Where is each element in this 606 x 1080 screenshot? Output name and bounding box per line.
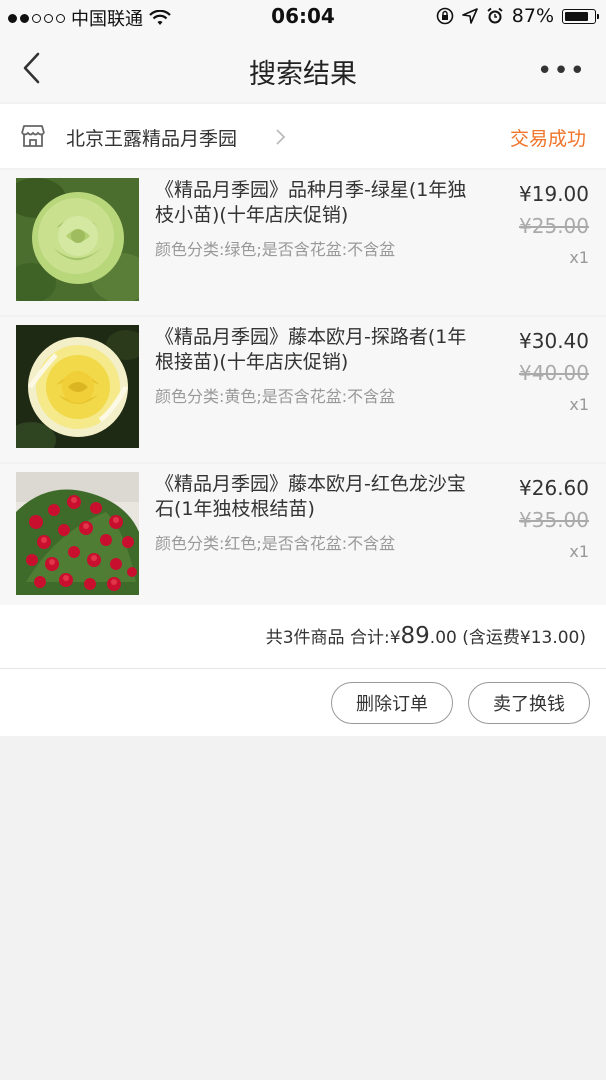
order-item[interactable]: 《精品月季园》藤本欧月-红色龙沙宝石(1年独枝根结苗) 颜色分类:红色;是否含花… — [0, 464, 606, 609]
alarm-icon — [487, 7, 503, 24]
chevron-right-icon — [276, 129, 286, 145]
order-item[interactable]: 《精品月季园》品种月季-绿星(1年独枝小苗)(十年店庆促销) 颜色分类:绿色;是… — [0, 170, 606, 315]
shop-icon — [21, 125, 45, 147]
shop-name[interactable]: 北京王露精品月季园 — [66, 124, 237, 151]
order-item[interactable]: 《精品月季园》藤本欧月-探路者(1年根接苗)(十年店庆促销) 颜色分类:黄色;是… — [0, 317, 606, 462]
battery-percent: 87% — [511, 5, 554, 27]
order-status: 交易成功 — [509, 128, 586, 150]
product-spec: 颜色分类:红色;是否含花盆:不含盆 — [155, 534, 396, 553]
order-actions: 删除订单 卖了换钱 — [0, 669, 606, 736]
product-title[interactable]: 《精品月季园》藤本欧月-探路者(1年根接苗)(十年店庆促销) — [155, 325, 475, 375]
item-count-text: 共3件商品 合计: — [265, 628, 390, 648]
product-original-price: ¥40.00 — [519, 361, 589, 385]
nav-bar: 搜索结果 ••• — [0, 34, 606, 102]
page-title: 搜索结果 — [249, 59, 357, 90]
product-image-yellow-rose[interactable] — [16, 325, 139, 448]
sell-item-button[interactable]: 卖了换钱 — [468, 682, 590, 724]
status-bar: 中国联通 06:04 87% — [0, 0, 606, 34]
delete-order-button[interactable]: 删除订单 — [331, 682, 453, 724]
product-image-red-climbing-roses[interactable] — [16, 472, 139, 595]
shop-header[interactable]: 北京王露精品月季园 交易成功 — [0, 104, 606, 168]
order-total: 共3件商品 合计:¥89.00 (含运费¥13.00) — [266, 623, 586, 649]
product-original-price: ¥35.00 — [519, 508, 589, 532]
location-icon — [461, 8, 478, 24]
total-integer: 89 — [400, 623, 430, 649]
order-summary: 共3件商品 合计:¥89.00 (含运费¥13.00) — [0, 605, 606, 669]
product-quantity: x1 — [569, 542, 589, 561]
currency-symbol: ¥ — [389, 628, 401, 648]
product-price: ¥30.40 — [519, 329, 589, 353]
battery-icon — [562, 8, 599, 24]
product-title[interactable]: 《精品月季园》藤本欧月-红色龙沙宝石(1年独枝根结苗) — [155, 472, 475, 522]
product-image-green-rose[interactable] — [16, 178, 139, 301]
more-options-icon[interactable]: ••• — [537, 56, 586, 86]
product-quantity: x1 — [569, 248, 589, 267]
shipping-fee-text: (含运费¥13.00) — [462, 628, 586, 648]
status-right: 87% — [436, 5, 599, 27]
total-decimal: .00 — [429, 628, 457, 648]
product-spec: 颜色分类:黄色;是否含花盆:不含盆 — [155, 387, 396, 406]
product-title[interactable]: 《精品月季园》品种月季-绿星(1年独枝小苗)(十年店庆促销) — [155, 178, 475, 228]
product-quantity: x1 — [569, 395, 589, 414]
product-price: ¥19.00 — [519, 182, 589, 206]
rotation-lock-icon — [436, 7, 454, 25]
product-spec: 颜色分类:绿色;是否含花盆:不含盆 — [155, 240, 396, 259]
product-price: ¥26.60 — [519, 476, 589, 500]
product-original-price: ¥25.00 — [519, 214, 589, 238]
